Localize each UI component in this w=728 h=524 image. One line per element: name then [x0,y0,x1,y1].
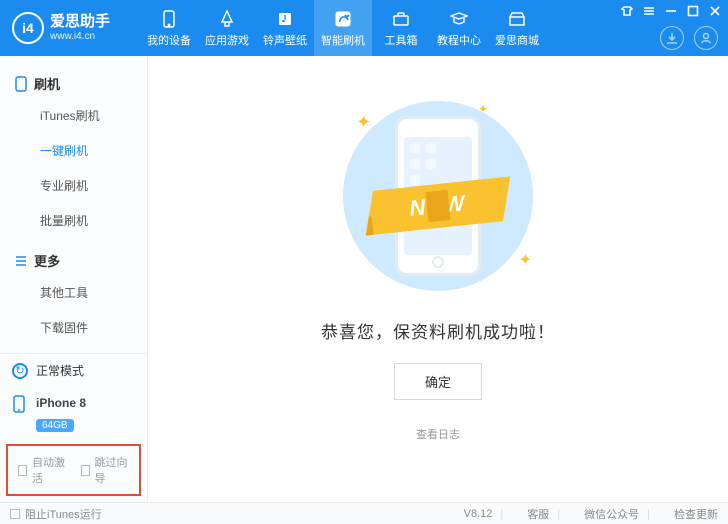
checkbox-auto-activate[interactable]: 自动激活 [18,454,67,486]
option-checkboxes: 自动激活 跳过向导 [6,444,141,496]
sparkle-icon: ✦ [356,112,371,133]
phone-outline-icon [14,77,28,91]
sidebar-item-one-click-flash[interactable]: 一键刷机 [40,133,147,168]
checkbox-block-itunes[interactable]: 阻止iTunes运行 [10,506,102,522]
check-update-link[interactable]: 检查更新 [674,506,718,522]
device-mode[interactable]: ↻ 正常模式 [0,354,147,387]
device-name: iPhone 8 [36,396,86,410]
support-link[interactable]: 客服 [527,506,549,522]
menu-icon[interactable] [642,4,656,18]
sidebar-item-other-tools[interactable]: 其他工具 [40,275,147,310]
app-header: i4 爱思助手 www.i4.cn 我的设备 应用游戏 铃声壁纸 智能刷机 工具… [0,0,728,56]
sidebar: 刷机 iTunes刷机 一键刷机 专业刷机 批量刷机 更多 其他工具 下载固件 … [0,56,148,502]
checkbox-skip-guide[interactable]: 跳过向导 [81,454,130,486]
app-logo: i4 爱思助手 www.i4.cn [0,12,140,44]
device-row[interactable]: iPhone 8 64GB [0,387,147,440]
nav-ringtones[interactable]: 铃声壁纸 [256,0,314,56]
nav-my-device[interactable]: 我的设备 [140,0,198,56]
success-message: 恭喜您，保资料刷机成功啦！ [321,318,555,343]
nav-label: 工具箱 [385,32,418,48]
sidebar-group-more[interactable]: 更多 [0,246,147,275]
flash-icon [333,9,353,29]
nav-apps[interactable]: 应用游戏 [198,0,256,56]
status-bar: 阻止iTunes运行 V8.12 | 客服 | 微信公众号 | 检查更新 [0,502,728,524]
device-storage-badge: 64GB [36,419,74,432]
download-icon[interactable] [660,26,684,50]
ok-button[interactable]: 确定 [394,363,482,400]
sidebar-group-flash[interactable]: 刷机 [0,69,147,98]
logo-badge: i4 [12,12,44,44]
sidebar-item-pro-flash[interactable]: 专业刷机 [40,168,147,203]
maximize-icon[interactable] [686,4,700,18]
nav-toolbox[interactable]: 工具箱 [372,0,430,56]
nav-tutorials[interactable]: 教程中心 [430,0,488,56]
app-body: 刷机 iTunes刷机 一键刷机 专业刷机 批量刷机 更多 其他工具 下载固件 … [0,56,728,502]
skin-icon[interactable] [620,4,634,18]
sidebar-group-title: 更多 [34,251,60,270]
sparkle-icon: ✦ [519,250,532,270]
tutorial-icon [449,9,469,29]
store-icon [507,9,527,29]
nav-label: 智能刷机 [321,32,365,48]
checkbox-label: 自动激活 [32,454,66,486]
brand-name: 爱思助手 [50,14,110,31]
sidebar-item-download-firmware[interactable]: 下载固件 [40,310,147,345]
header-right [660,26,718,50]
nav-label: 教程中心 [437,32,481,48]
checkbox-label: 跳过向导 [95,454,129,486]
sidebar-item-advanced[interactable]: 高级功能 [40,345,147,353]
main-content: ✦ ✦ ✦ NEW 恭喜您，保资料刷机成功啦！ 确定 查看日志 [148,56,728,502]
nav-label: 应用游戏 [205,32,249,48]
phone-icon [159,9,179,29]
sparkle-icon: ✦ [478,102,488,116]
nav-label: 铃声壁纸 [263,32,307,48]
apps-icon [217,9,237,29]
sidebar-item-batch-flash[interactable]: 批量刷机 [40,203,147,238]
nav-label: 我的设备 [147,32,191,48]
nav-store[interactable]: 爱思商城 [488,0,546,56]
version-label: V8.12 [464,508,493,520]
device-icon [12,395,28,411]
sidebar-item-itunes-flash[interactable]: iTunes刷机 [40,98,147,133]
nav-label: 爱思商城 [495,32,539,48]
sidebar-group-title: 刷机 [34,74,60,93]
music-icon [275,9,295,29]
close-icon[interactable] [708,4,722,18]
refresh-icon: ↻ [12,363,28,379]
minimize-icon[interactable] [664,4,678,18]
checkbox-label: 阻止iTunes运行 [25,506,102,522]
brand-subtitle: www.i4.cn [50,31,110,42]
wechat-link[interactable]: 微信公众号 [584,506,639,522]
window-controls [620,4,722,18]
success-illustration: ✦ ✦ ✦ NEW [338,96,538,296]
nav-smart-flash[interactable]: 智能刷机 [314,0,372,56]
user-icon[interactable] [694,26,718,50]
view-log-link[interactable]: 查看日志 [416,426,460,442]
menu-icon [14,254,28,268]
toolbox-icon [391,9,411,29]
device-mode-label: 正常模式 [36,362,84,379]
